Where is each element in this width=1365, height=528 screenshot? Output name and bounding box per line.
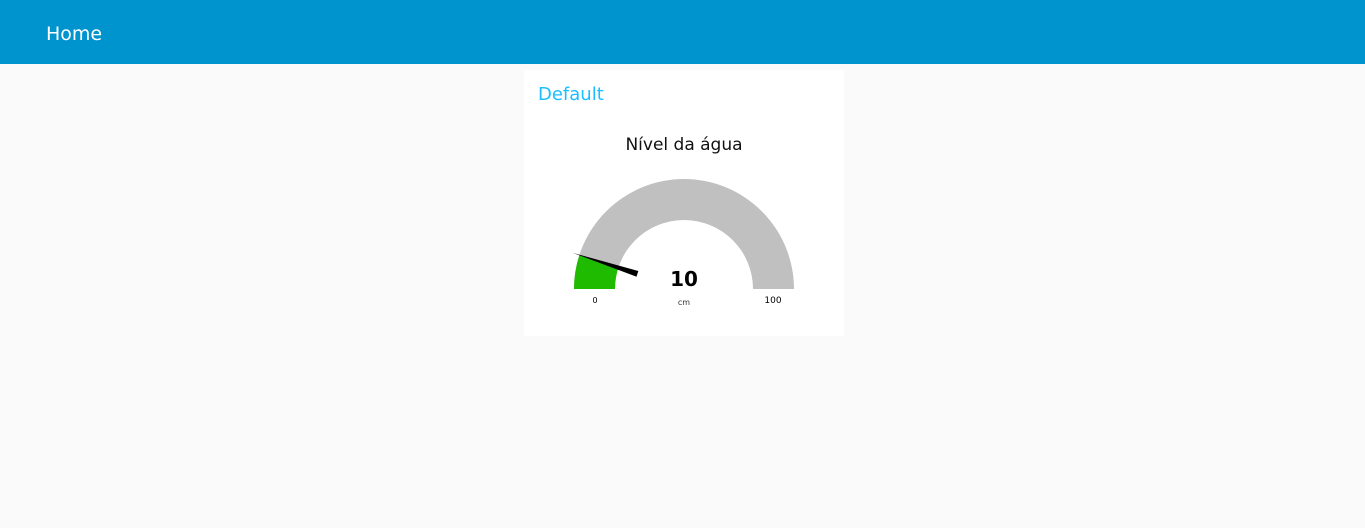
gauge-max-label: 100: [764, 296, 781, 306]
group-title: Default: [538, 84, 604, 105]
top-toolbar: Home: [0, 0, 1365, 64]
water-level-gauge: 10 cm 0 100: [572, 179, 794, 307]
gauge-min-label: 0: [592, 296, 597, 305]
gauge-title: Nível da água: [625, 135, 743, 155]
page-title: Home: [46, 23, 103, 45]
group-card-default: Default Nível da água 10 cm 0 100: [524, 70, 844, 336]
gauge-value: 10: [670, 267, 698, 291]
gauge-units: cm: [678, 298, 690, 307]
